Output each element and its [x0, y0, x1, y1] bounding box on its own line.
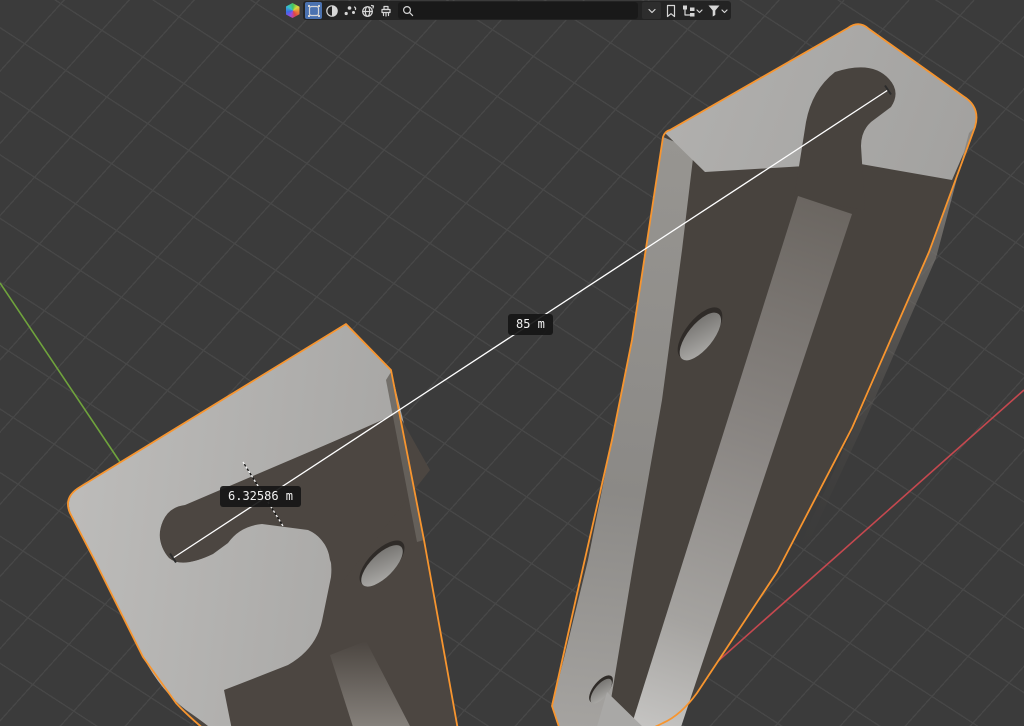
- viewport-header-toolbar: [284, 1, 731, 20]
- brush-icon: [379, 4, 393, 18]
- contrast-sphere-icon: [325, 4, 339, 18]
- outliner-tree-icon: [682, 4, 696, 18]
- particles-icon: [343, 4, 357, 18]
- viewport-scene: [0, 0, 1024, 726]
- contrast-sphere-button[interactable]: [323, 2, 340, 19]
- chevron-down-icon: [647, 6, 657, 16]
- search-icon: [402, 5, 414, 17]
- bookmark-icon: [665, 4, 677, 18]
- brush-button[interactable]: [377, 2, 394, 19]
- ruler-thickness-label: 6.32586 m: [220, 486, 301, 507]
- display-mode-button[interactable]: [680, 2, 704, 19]
- globe-icon: [361, 4, 375, 18]
- editor-type-button[interactable]: [284, 1, 301, 20]
- funnel-icon: [707, 4, 721, 18]
- search-input[interactable]: [417, 3, 634, 18]
- chevron-down-icon: [696, 6, 703, 16]
- bounding-box-button[interactable]: [305, 2, 322, 19]
- bounding-box-icon: [307, 4, 321, 18]
- axis-y-line: [0, 283, 120, 462]
- filter-button[interactable]: [705, 2, 729, 19]
- collapse-chevron-button[interactable]: [642, 2, 661, 19]
- chevron-down-icon: [721, 6, 728, 16]
- particles-button[interactable]: [341, 2, 358, 19]
- ruler-total-label: 85 m: [508, 314, 553, 335]
- search-field[interactable]: [398, 2, 638, 19]
- color-hexagon-icon: [286, 3, 300, 18]
- toolbar-icon-group: [303, 1, 731, 20]
- bookmark-button[interactable]: [662, 2, 679, 19]
- bracket-left[interactable]: [68, 324, 458, 726]
- globe-button[interactable]: [359, 2, 376, 19]
